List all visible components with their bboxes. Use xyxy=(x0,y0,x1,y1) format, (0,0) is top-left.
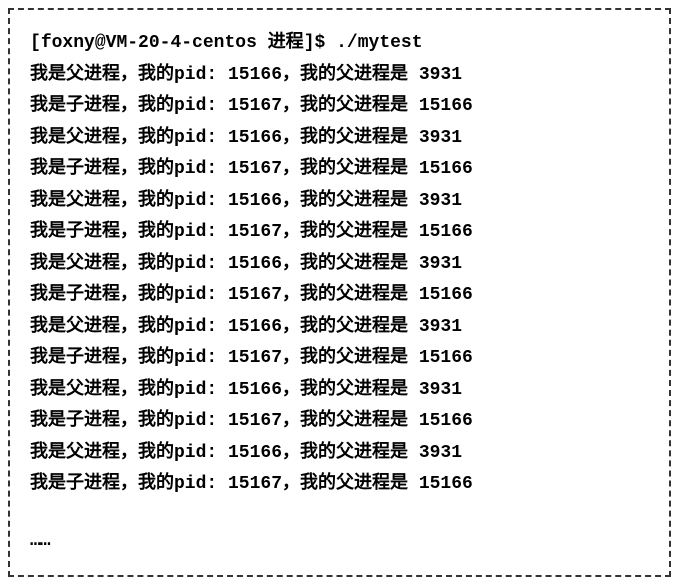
prompt-host: VM-20-4-centos xyxy=(106,33,257,53)
shell-prompt-line: [foxny@VM-20-4-centos 进程]$ ./mytest xyxy=(30,28,649,60)
prompt-dir: 进程 xyxy=(268,33,304,53)
command-input[interactable]: ./mytest xyxy=(336,33,422,53)
prompt-at: @ xyxy=(95,33,106,53)
prompt-bracket-close: ] xyxy=(304,33,315,53)
prompt-symbol: $ xyxy=(315,33,326,53)
terminal-output: 我是父进程，我的pid: 15166，我的父进程是 3931我是子进程，我的pi… xyxy=(30,60,649,501)
output-line: 我是父进程，我的pid: 15166，我的父进程是 3931 xyxy=(30,249,649,281)
output-line: 我是子进程，我的pid: 15167，我的父进程是 15166 xyxy=(30,91,649,123)
prompt-bracket-open: [ xyxy=(30,33,41,53)
output-line: 我是子进程，我的pid: 15167，我的父进程是 15166 xyxy=(30,469,649,501)
output-line: 我是子进程，我的pid: 15167，我的父进程是 15166 xyxy=(30,154,649,186)
output-line: 我是父进程，我的pid: 15166，我的父进程是 3931 xyxy=(30,60,649,92)
output-line: 我是子进程，我的pid: 15167，我的父进程是 15166 xyxy=(30,406,649,438)
prompt-user: foxny xyxy=(41,33,95,53)
output-line: 我是子进程，我的pid: 15167，我的父进程是 15166 xyxy=(30,217,649,249)
terminal-window: [foxny@VM-20-4-centos 进程]$ ./mytest 我是父进… xyxy=(8,8,671,577)
output-line: 我是父进程，我的pid: 15166，我的父进程是 3931 xyxy=(30,375,649,407)
output-line: 我是父进程，我的pid: 15166，我的父进程是 3931 xyxy=(30,123,649,155)
output-line: 我是父进程，我的pid: 15166，我的父进程是 3931 xyxy=(30,438,649,470)
output-line: 我是子进程，我的pid: 15167，我的父进程是 15166 xyxy=(30,280,649,312)
output-line: 我是父进程，我的pid: 15166，我的父进程是 3931 xyxy=(30,312,649,344)
output-line: 我是父进程，我的pid: 15166，我的父进程是 3931 xyxy=(30,186,649,218)
output-line: 我是子进程，我的pid: 15167，我的父进程是 15166 xyxy=(30,343,649,375)
ellipsis-indicator: …… xyxy=(30,526,649,558)
